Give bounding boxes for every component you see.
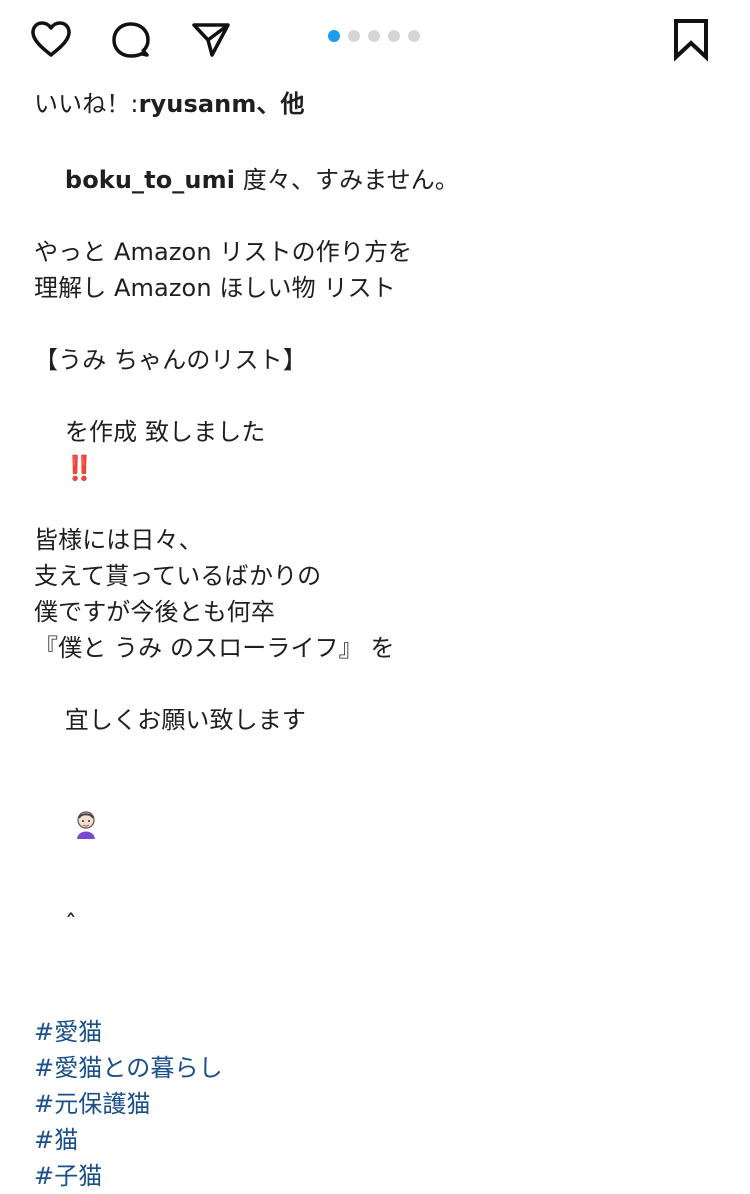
- like-button[interactable]: [28, 16, 74, 62]
- caption-line-with-emoji: を作成 致しました ‼️: [34, 378, 724, 522]
- caption-line: 『僕と うみ のスローライフ』 を: [34, 634, 395, 662]
- caption-line: 僕ですが今後とも何卒: [34, 598, 275, 626]
- caption-line: 【うみ ちゃんのリスト】: [34, 346, 307, 374]
- carousel-dot: [368, 30, 380, 42]
- caption-line: 皆様には日々、: [34, 526, 203, 554]
- caption-line-text: を作成 致しました: [64, 418, 266, 446]
- carousel-dot: [388, 30, 400, 42]
- likes-summary: いいね！: ryusanm 、他: [34, 86, 724, 122]
- liked-by-user-link[interactable]: ryusanm: [139, 86, 257, 122]
- double-exclamation-icon: ‼️: [64, 454, 95, 482]
- caption-username-link[interactable]: boku_to_umi: [65, 166, 235, 194]
- caption-line: 理解し Amazon ほしい物 リスト: [34, 274, 396, 302]
- send-icon: [188, 16, 234, 62]
- carousel-dot-active: [328, 30, 340, 42]
- person-bowing-icon: [69, 738, 103, 839]
- caption-line-0: 度々、すみません。: [235, 166, 459, 194]
- share-button[interactable]: [188, 16, 234, 62]
- save-button[interactable]: [668, 16, 714, 62]
- caption-line: やっと Amazon リストの作り方を: [34, 238, 413, 266]
- hashtag-link[interactable]: #猫: [34, 1122, 724, 1158]
- caption-line-suffix: ˆ: [64, 910, 78, 938]
- comment-icon: [108, 16, 154, 62]
- hashtag-link[interactable]: #愛猫: [34, 1014, 724, 1050]
- caption-line-with-person-emoji: 宜しくお願い致します ˆ: [34, 666, 724, 978]
- caption-first-line: boku_to_umi 度々、すみません。: [34, 126, 724, 234]
- carousel-dot: [408, 30, 420, 42]
- heart-icon: [28, 16, 74, 62]
- hashtag-link[interactable]: #元保護猫: [34, 1086, 724, 1122]
- caption-line-text: 宜しくお願い致します: [64, 706, 306, 734]
- carousel-dot: [348, 30, 360, 42]
- likes-prefix: いいね！:: [34, 90, 139, 118]
- comment-button[interactable]: [108, 16, 154, 62]
- bookmark-icon: [668, 16, 714, 62]
- hashtag-link[interactable]: #愛猫との暮らし: [34, 1050, 724, 1086]
- post-content: いいね！: ryusanm 、他 boku_to_umi 度々、すみません。 や…: [34, 86, 724, 1194]
- likes-suffix: 、他: [256, 90, 305, 118]
- carousel-indicator: [328, 30, 420, 42]
- caption-line: 支えて貰っているばかりの: [34, 562, 322, 590]
- hashtag-link[interactable]: #子猫: [34, 1158, 724, 1194]
- hashtag-list: #愛猫 #愛猫との暮らし #元保護猫 #猫 #子猫: [34, 1014, 724, 1194]
- post-action-bar: [0, 0, 750, 80]
